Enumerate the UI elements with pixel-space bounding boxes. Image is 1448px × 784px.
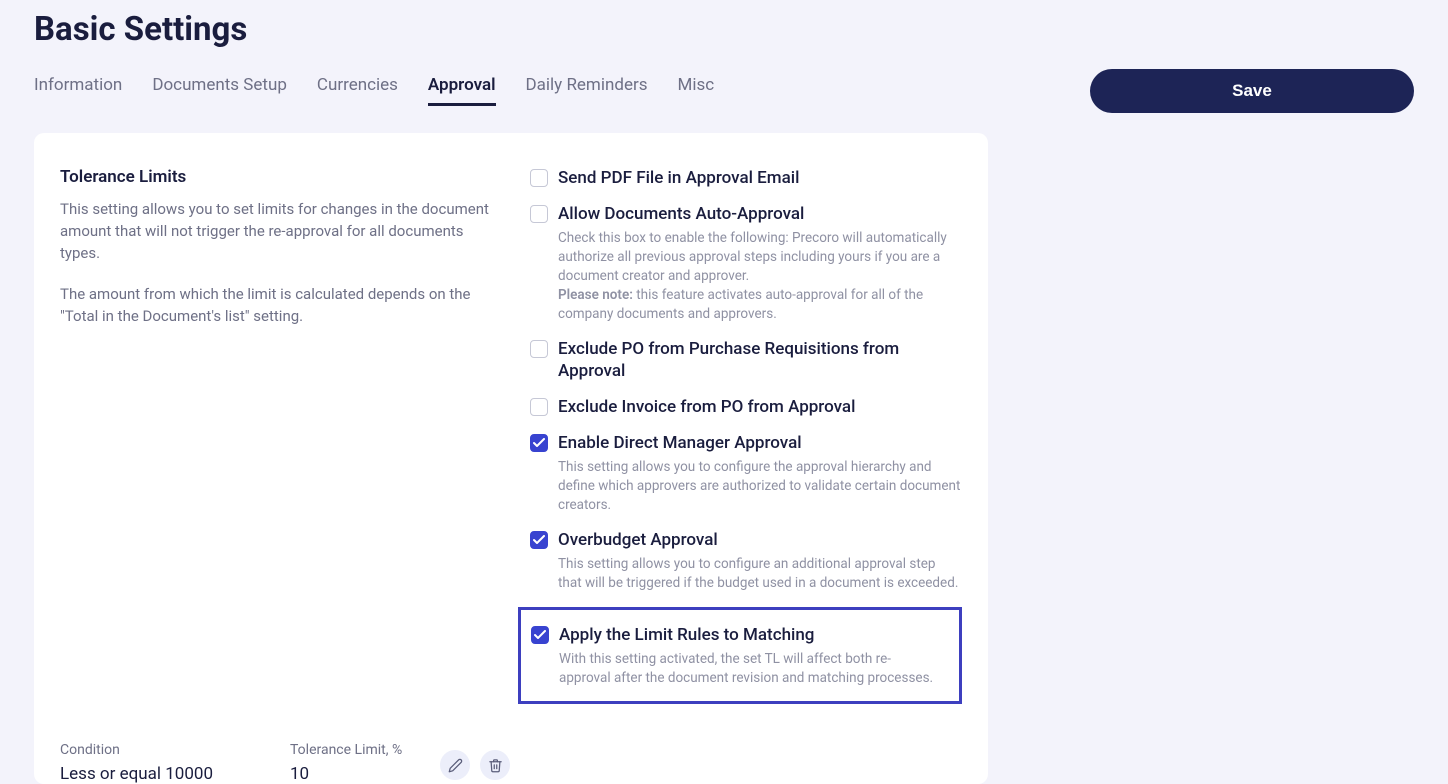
label-apply-limit: Apply the Limit Rules to Matching (559, 624, 941, 646)
desc-apply-limit: With this setting activated, the set TL … (559, 650, 941, 688)
desc-overbudget: This setting allows you to configure an … (558, 555, 962, 593)
tab-approval[interactable]: Approval (428, 75, 496, 106)
checkbox-apply-limit[interactable] (531, 626, 549, 644)
tab-currencies[interactable]: Currencies (317, 75, 398, 106)
checkbox-auto-approval[interactable] (530, 205, 548, 223)
tolerance-value: 10 (290, 764, 440, 784)
condition-header: Condition (60, 742, 290, 758)
edit-button[interactable] (440, 750, 470, 780)
desc-direct-manager: This setting allows you to configure the… (558, 458, 962, 515)
tolerance-header: Tolerance Limit, % (290, 742, 440, 758)
label-overbudget: Overbudget Approval (558, 529, 962, 551)
label-auto-approval: Allow Documents Auto-Approval (558, 203, 962, 225)
tab-information[interactable]: Information (34, 75, 122, 106)
label-exclude-po: Exclude PO from Purchase Requisitions fr… (558, 338, 962, 382)
settings-card: Tolerance Limits This setting allows you… (34, 133, 988, 784)
pencil-icon (448, 758, 463, 773)
page-title: Basic Settings (34, 0, 1414, 69)
checkbox-exclude-po[interactable] (530, 340, 548, 358)
trash-icon (488, 758, 503, 773)
tolerance-table-row: Condition Less or equal 10000 Tolerance … (60, 742, 962, 784)
checkbox-send-pdf[interactable] (530, 169, 548, 187)
tab-documents-setup[interactable]: Documents Setup (152, 75, 287, 106)
delete-button[interactable] (480, 750, 510, 780)
desc-auto-approval: Check this box to enable the following: … (558, 229, 962, 323)
checkbox-direct-manager[interactable] (530, 434, 548, 452)
condition-value: Less or equal 10000 (60, 764, 290, 784)
highlight-apply-limit: Apply the Limit Rules to Matching With t… (518, 607, 962, 705)
tolerance-desc-1: This setting allows you to set limits fo… (60, 199, 490, 264)
checkbox-exclude-invoice[interactable] (530, 398, 548, 416)
tolerance-desc-2: The amount from which the limit is calcu… (60, 284, 490, 328)
tab-misc[interactable]: Misc (678, 75, 715, 106)
checkbox-overbudget[interactable] (530, 531, 548, 549)
tab-daily-reminders[interactable]: Daily Reminders (526, 75, 648, 106)
tabs-nav: Information Documents Setup Currencies A… (34, 69, 714, 106)
label-direct-manager: Enable Direct Manager Approval (558, 432, 962, 454)
label-exclude-invoice: Exclude Invoice from PO from Approval (558, 396, 855, 418)
label-send-pdf: Send PDF File in Approval Email (558, 167, 799, 189)
save-button[interactable]: Save (1090, 69, 1414, 113)
tolerance-title: Tolerance Limits (60, 167, 490, 187)
